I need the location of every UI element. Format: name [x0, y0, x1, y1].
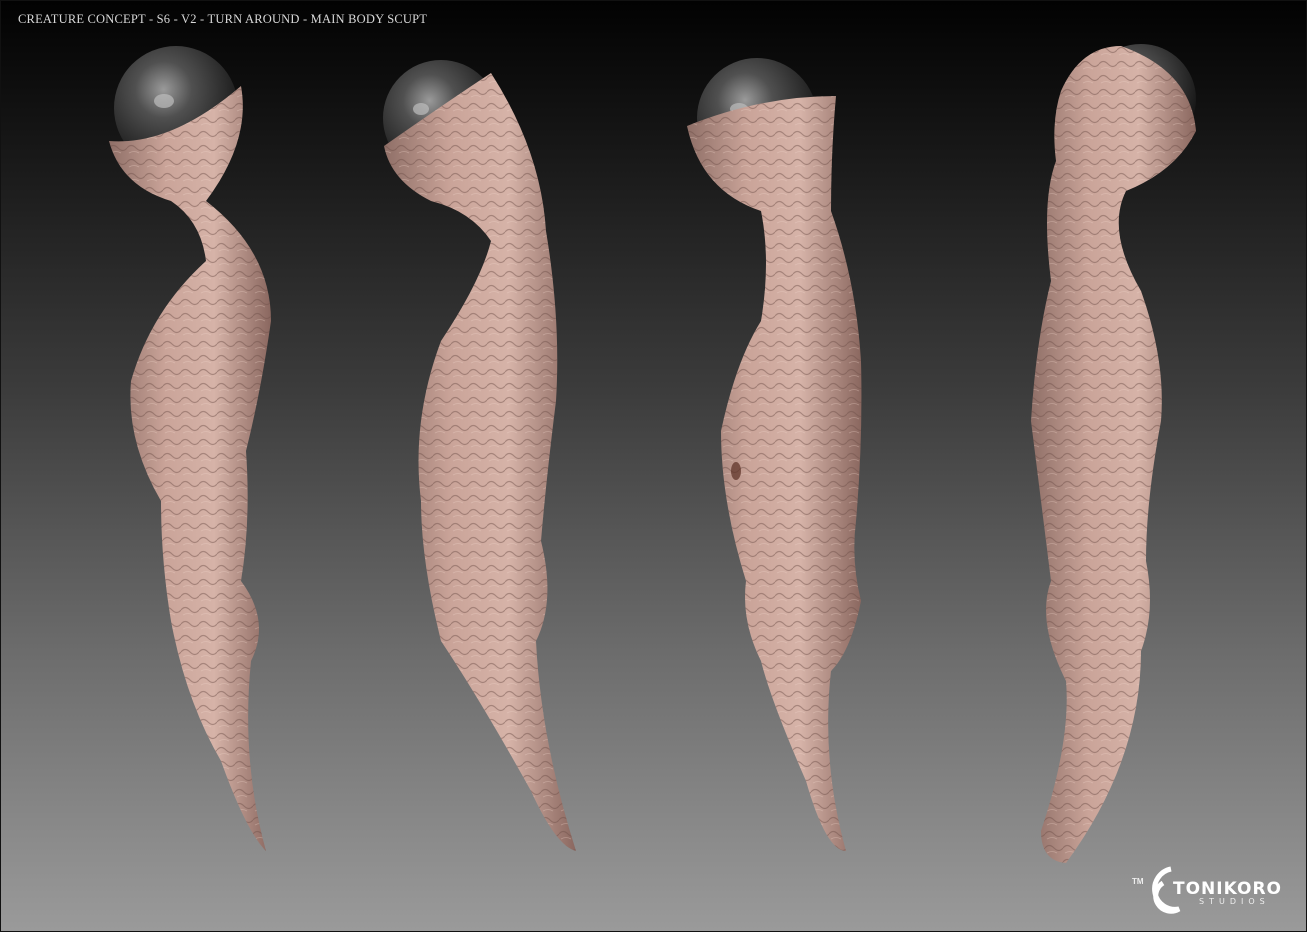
turnaround-stage — [109, 44, 1196, 863]
creature-view-4 — [1031, 44, 1196, 863]
creature-view-2 — [383, 60, 576, 851]
creature-view-1 — [109, 46, 271, 851]
creature-view-3 — [687, 58, 862, 851]
logo-subtitle: STUDIOS — [1199, 897, 1270, 906]
logo-name: TONIKORO — [1173, 879, 1283, 899]
studio-logo: TM TONIKORO STUDIOS — [1129, 861, 1299, 921]
render-canvas: CREATURE CONCEPT - S6 - V2 - TURN AROUND… — [0, 0, 1307, 932]
logo-tm: TM — [1132, 877, 1144, 886]
